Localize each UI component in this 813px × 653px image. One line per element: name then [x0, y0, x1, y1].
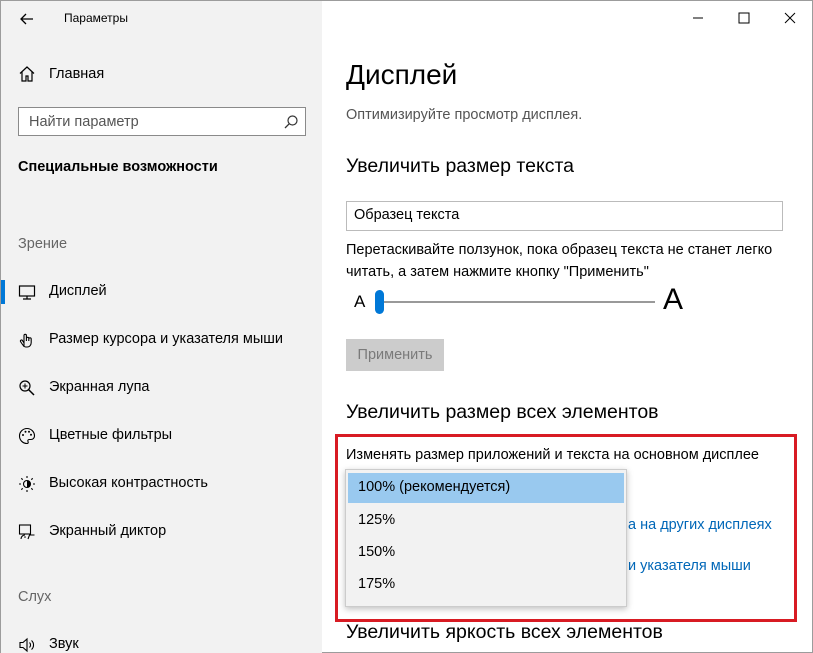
title-bar: Параметры — [1, 1, 322, 37]
sidebar-item-label: Дисплей — [49, 283, 107, 299]
home-icon — [18, 65, 36, 83]
cursor-size-link[interactable]: и указателя мыши — [628, 558, 751, 574]
sidebar-item-label: Высокая контрастность — [49, 475, 208, 491]
group-vision: Зрение — [18, 236, 68, 252]
page-subtitle: Оптимизируйте просмотр дисплея. — [346, 107, 583, 123]
section-title: Специальные возможности — [18, 159, 218, 175]
brightness-heading: Увеличить яркость всех элементов — [346, 621, 663, 643]
sidebar-item-display[interactable]: Дисплей — [1, 274, 322, 310]
search-box — [18, 107, 306, 136]
sidebar-item-color-filters[interactable]: Цветные фильтры — [1, 418, 322, 454]
scale-description: Изменять размер приложений и текста на о… — [346, 447, 759, 463]
nav-home-label: Главная — [49, 66, 105, 82]
scale-heading: Увеличить размер всех элементов — [346, 401, 659, 423]
dropdown-option[interactable]: 175% — [348, 570, 624, 600]
sidebar-item-label: Цветные фильтры — [49, 427, 173, 443]
back-arrow-icon[interactable] — [15, 7, 39, 31]
app-title: Параметры — [64, 11, 128, 25]
nav-home[interactable]: Главная — [1, 59, 322, 91]
close-icon[interactable] — [767, 1, 813, 35]
sidebar-item-label: Размер курсора и указателя мыши — [49, 331, 284, 347]
cursor-icon — [18, 331, 36, 349]
monitor-icon — [18, 283, 36, 301]
scale-dropdown-list: 100% (рекомендуется) 125% 150% 175% — [345, 469, 627, 607]
sidebar-item-label: Экранный диктор — [49, 523, 167, 539]
sample-text-box: Образец текста — [346, 201, 783, 231]
minimize-icon[interactable] — [675, 1, 721, 35]
narrator-icon — [18, 523, 36, 541]
sidebar-item-cursor[interactable]: Размер курсора и указателя мыши — [1, 322, 322, 358]
page-title: Дисплей — [346, 59, 458, 90]
search-input[interactable] — [19, 108, 269, 135]
big-a-label: A — [663, 283, 684, 316]
group-hearing: Слух — [18, 589, 52, 605]
selection-indicator — [1, 280, 5, 304]
sidebar-item-magnifier[interactable]: Экранная лупа — [1, 370, 322, 406]
text-size-slider-thumb[interactable] — [375, 290, 384, 314]
other-displays-link[interactable]: а на других дисплеях — [628, 517, 772, 533]
dropdown-option[interactable]: 150% — [348, 538, 624, 568]
text-size-heading: Увеличить размер текста — [346, 155, 575, 177]
sidebar-item-label: Экранная лупа — [49, 379, 150, 395]
text-size-hint: Перетаскивайте ползунок, пока образец те… — [346, 242, 773, 280]
contrast-icon — [18, 475, 36, 493]
sidebar-item-sound[interactable]: Звук — [1, 627, 322, 653]
main-content: Дисплей Оптимизируйте просмотр дисплея. … — [322, 1, 813, 653]
palette-icon — [18, 427, 36, 445]
speaker-icon — [18, 636, 36, 653]
sidebar-item-high-contrast[interactable]: Высокая контрастность — [1, 466, 322, 502]
settings-window: Параметры Главная Специальные возможност… — [0, 0, 813, 653]
apply-button[interactable]: Применить — [346, 339, 444, 371]
sidebar-item-label: Звук — [49, 636, 79, 652]
dropdown-option[interactable]: 100% (рекомендуется) — [348, 473, 624, 503]
magnifier-icon — [18, 379, 36, 397]
dropdown-option[interactable]: 125% — [348, 506, 624, 536]
text-size-slider-track[interactable] — [377, 301, 655, 303]
sidebar: Параметры Главная Специальные возможност… — [1, 1, 322, 653]
sidebar-item-narrator[interactable]: Экранный диктор — [1, 514, 322, 550]
search-icon[interactable] — [283, 114, 299, 130]
maximize-icon[interactable] — [721, 1, 767, 35]
small-a-label: A — [354, 292, 366, 311]
